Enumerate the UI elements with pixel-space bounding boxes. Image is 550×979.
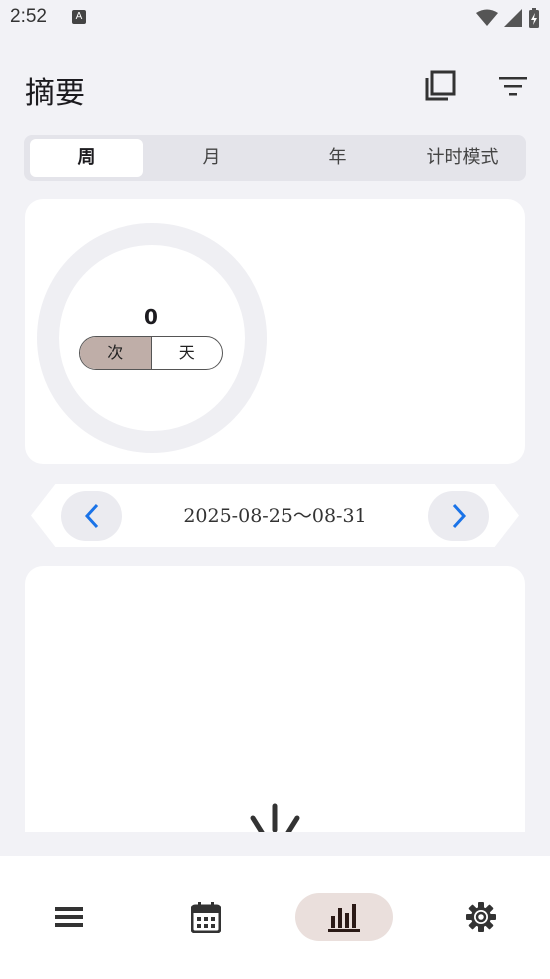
signal-icon — [504, 9, 522, 27]
previous-period-button[interactable] — [61, 491, 122, 541]
summary-value: 0 — [144, 305, 158, 329]
page-title: 摘要 — [25, 76, 85, 111]
nav-list[interactable] — [20, 893, 118, 941]
loading-spinner-icon — [250, 803, 300, 832]
tab-month[interactable]: 月 — [155, 139, 268, 177]
bar-chart-icon — [328, 904, 360, 932]
app-bar: 摘要 — [0, 56, 550, 116]
nav-calendar[interactable] — [157, 893, 255, 941]
unit-times-option[interactable]: 次 — [80, 337, 152, 369]
nav-settings[interactable] — [432, 893, 530, 941]
unit-days-option[interactable]: 天 — [152, 337, 223, 369]
tab-timer-mode[interactable]: 计时模式 — [406, 139, 519, 177]
unit-toggle: 次 天 — [79, 336, 223, 370]
summary-card: 0 次 天 — [25, 199, 525, 464]
tab-week[interactable]: 周 — [30, 139, 143, 177]
settings-icon — [466, 902, 496, 932]
notification-icon: A — [72, 10, 86, 24]
date-range-label: 2025-08-25～08-31 — [183, 505, 367, 527]
calendar-icon — [191, 902, 221, 933]
status-bar: 2:52 A — [0, 0, 550, 38]
chevron-right-icon — [452, 503, 466, 529]
filter-button[interactable] — [493, 66, 533, 106]
date-range-bar: 2025-08-25～08-31 — [31, 484, 519, 547]
wifi-icon — [476, 9, 498, 26]
status-time: 2:52 — [10, 6, 47, 27]
nav-statistics[interactable] — [295, 893, 393, 941]
period-segmented-control: 周 月 年 计时模式 — [24, 135, 526, 181]
list-icon — [55, 907, 83, 927]
chevron-left-icon — [84, 503, 98, 529]
bottom-navigation — [0, 856, 550, 979]
chart-card — [25, 566, 525, 832]
status-icons — [476, 8, 540, 28]
battery-icon — [529, 8, 539, 28]
tab-year[interactable]: 年 — [281, 139, 394, 177]
filter-icon — [499, 77, 527, 96]
copy-icon — [425, 70, 456, 101]
next-period-button[interactable] — [428, 491, 489, 541]
copy-button[interactable] — [420, 66, 460, 106]
